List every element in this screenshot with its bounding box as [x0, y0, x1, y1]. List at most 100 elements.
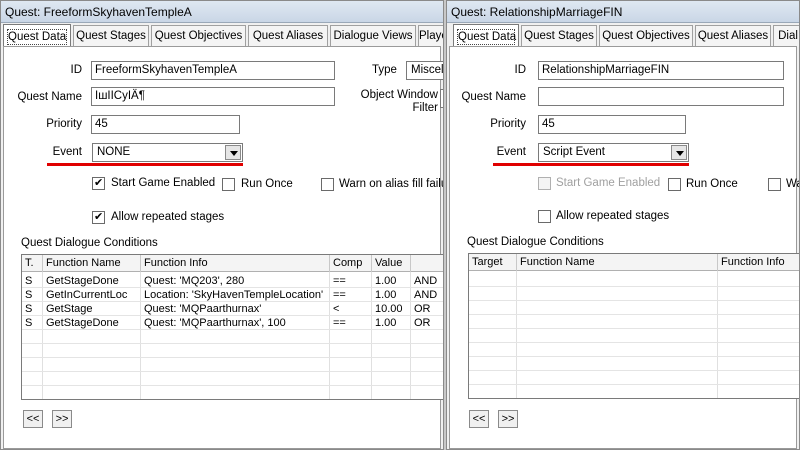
tab-quest-stages[interactable]: Quest Stages	[521, 25, 597, 47]
col-function-name-header[interactable]: Function Name	[517, 254, 718, 271]
id-label: ID	[514, 64, 527, 76]
event-dropdown[interactable]: Script Event	[538, 143, 689, 162]
allow-repeated-stages-checkbox[interactable]	[92, 210, 105, 224]
quest-window-left: Quest: FreeformSkyhavenTempleA Quest Dat…	[0, 0, 444, 450]
priority-field[interactable]: 45	[538, 115, 686, 134]
row-andor: OR	[414, 303, 431, 315]
table-row[interactable]	[469, 329, 799, 343]
row-value: 1.00	[375, 317, 397, 329]
table-row[interactable]	[469, 371, 799, 385]
table-row[interactable]	[469, 287, 799, 301]
next-condition-button[interactable]: >>	[498, 410, 518, 428]
warn-alias-fill-checkbox[interactable]	[768, 178, 781, 191]
table-row[interactable]	[469, 301, 799, 315]
row-type: S	[25, 289, 33, 301]
row-function-info: Quest: 'MQ203', 280	[144, 275, 245, 287]
col-function-info-header[interactable]: Function Info	[141, 255, 330, 272]
table-row[interactable]: S GetStage Quest: 'MQPaarthurnax' < 10.0…	[22, 302, 443, 316]
start-game-enabled-checkbox[interactable]	[92, 176, 105, 190]
tab-player-dialogue[interactable]: Playe	[418, 25, 443, 47]
tab-dialogue-views[interactable]: Dialogue Views	[330, 25, 416, 47]
row-function-name: GetInCurrentLoc	[46, 289, 128, 301]
table-row[interactable]	[469, 357, 799, 371]
priority-field[interactable]: 45	[91, 115, 240, 134]
object-window-filter-label-2: Filter	[412, 102, 438, 114]
id-field[interactable]: RelationshipMarriageFIN	[538, 61, 784, 80]
table-row[interactable]	[22, 358, 443, 372]
conditions-grid[interactable]: T. Function Name Function Info Comp Valu…	[21, 254, 443, 400]
row-function-name: GetStage	[46, 303, 93, 315]
col-function-info-header[interactable]: Function Info	[718, 254, 799, 271]
tab-quest-stages[interactable]: Quest Stages	[73, 25, 149, 47]
tab-quest-objectives[interactable]: Quest Objectives	[151, 25, 246, 47]
table-row[interactable]: S GetStageDone Quest: 'MQ203', 280 == 1.…	[22, 274, 443, 288]
tab-quest-aliases[interactable]: Quest Aliases	[695, 25, 771, 47]
table-row[interactable]	[469, 343, 799, 357]
table-row[interactable]	[22, 344, 443, 358]
event-label: Event	[52, 146, 82, 158]
chevron-down-icon[interactable]	[671, 145, 687, 160]
chevron-down-icon[interactable]	[225, 145, 241, 160]
warn-alias-fill-checkbox[interactable]	[321, 178, 334, 191]
highlight-underline	[493, 163, 689, 166]
run-once-checkbox[interactable]	[668, 178, 681, 191]
next-condition-button[interactable]: >>	[52, 410, 72, 428]
grid-header: T. Function Name Function Info Comp Valu…	[22, 255, 443, 272]
quest-dialogue-conditions-label: Quest Dialogue Conditions	[21, 237, 158, 249]
col-type-header[interactable]: T.	[22, 255, 43, 272]
window-title: Quest: RelationshipMarriageFIN	[447, 1, 799, 23]
grid-header: Target Function Name Function Info	[469, 254, 799, 271]
priority-label: Priority	[490, 118, 526, 130]
tab-quest-aliases[interactable]: Quest Aliases	[248, 25, 328, 47]
conditions-grid[interactable]: Target Function Name Function Info	[468, 253, 799, 399]
row-type: S	[25, 303, 33, 315]
type-dropdown[interactable]: Miscell	[406, 61, 443, 80]
col-comp-header[interactable]: Comp	[330, 255, 372, 272]
row-value: 10.00	[375, 303, 403, 315]
row-function-name: GetStageDone	[46, 317, 119, 329]
start-game-enabled-label: Start Game Enabled	[111, 177, 216, 189]
allow-repeated-stages-checkbox[interactable]	[538, 210, 551, 223]
table-row[interactable]	[22, 372, 443, 386]
start-game-enabled-checkbox[interactable]	[538, 177, 551, 190]
quest-name-field[interactable]	[538, 87, 784, 106]
row-type: S	[25, 317, 33, 329]
col-target-header[interactable]: Target	[469, 254, 517, 271]
prev-condition-button[interactable]: <<	[23, 410, 43, 428]
tab-quest-data[interactable]: Quest Data	[453, 24, 519, 48]
tab-quest-data[interactable]: Quest Data	[3, 24, 71, 48]
col-andor-header[interactable]	[411, 255, 443, 272]
quest-name-label: Quest Name	[461, 91, 526, 103]
event-dropdown[interactable]: NONE	[92, 143, 243, 162]
row-comp: <	[333, 303, 340, 315]
table-row[interactable]	[22, 330, 443, 344]
table-row[interactable]: S GetInCurrentLoc Location: 'SkyHavenTem…	[22, 288, 443, 302]
table-row[interactable]: S GetStageDone Quest: 'MQPaarthurnax', 1…	[22, 316, 443, 330]
row-andor: AND	[414, 289, 438, 301]
window-title: Quest: FreeformSkyhavenTempleA	[1, 1, 443, 23]
run-once-checkbox[interactable]	[222, 178, 235, 191]
quest-data-panel: ID RelationshipMarriageFIN Quest Name Pr…	[449, 46, 799, 449]
row-andor: AND	[414, 275, 438, 287]
table-row[interactable]	[469, 315, 799, 329]
allow-repeated-stages-label: Allow repeated stages	[556, 210, 670, 222]
id-field[interactable]: FreeformSkyhavenTempleA	[91, 61, 335, 80]
col-function-name-header[interactable]: Function Name	[43, 255, 141, 272]
row-function-name: GetStageDone	[46, 275, 119, 287]
tab-dialogue-views[interactable]: Dial	[773, 25, 799, 47]
quest-window-right: Quest: RelationshipMarriageFIN Quest Dat…	[446, 0, 800, 450]
event-value: Script Event	[543, 146, 605, 158]
prev-condition-button[interactable]: <<	[469, 410, 489, 428]
priority-label: Priority	[46, 118, 82, 130]
col-value-header[interactable]: Value	[372, 255, 411, 272]
quest-name-field[interactable]: ІшІІCуІÄ¶	[91, 87, 335, 106]
event-value: NONE	[97, 146, 131, 158]
row-comp: ==	[333, 275, 346, 287]
row-value: 1.00	[375, 275, 397, 287]
table-row[interactable]	[469, 273, 799, 287]
row-comp: ==	[333, 317, 346, 329]
type-label: Type	[372, 64, 397, 76]
tab-quest-objectives[interactable]: Quest Objectives	[599, 25, 693, 47]
row-comp: ==	[333, 289, 346, 301]
id-label: ID	[70, 64, 83, 76]
